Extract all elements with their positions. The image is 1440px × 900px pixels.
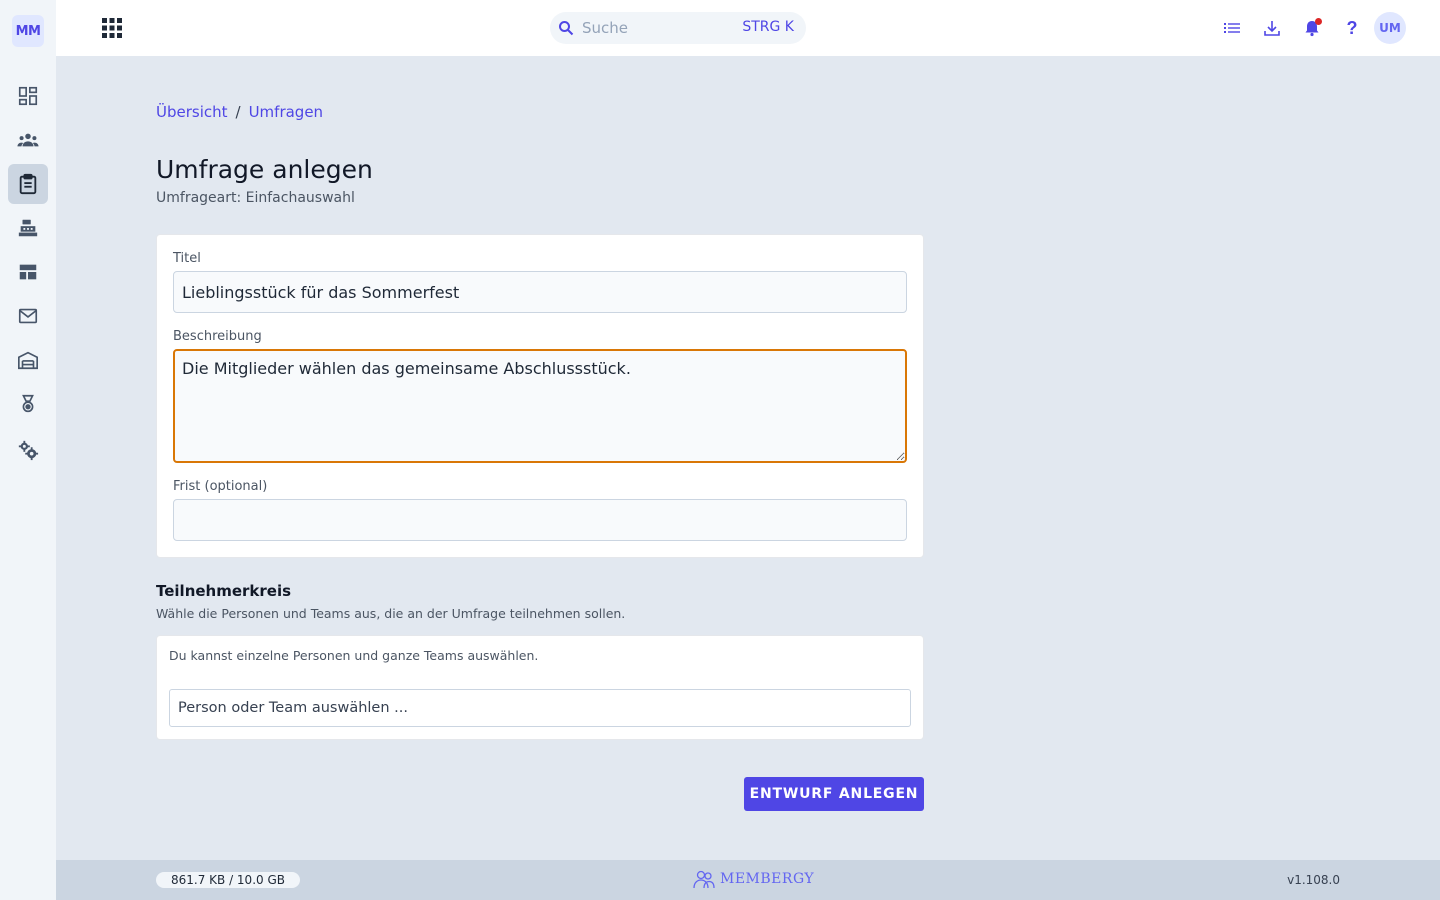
sidebar-item-dashboard[interactable] [8,76,48,116]
breadcrumb: Übersicht / Umfragen [156,103,323,121]
grid-icon [102,18,122,38]
medal-icon [22,394,34,413]
question-icon: ? [1346,17,1358,38]
table-icon [19,264,37,280]
sidebar: MM [0,0,56,900]
breadcrumb-separator: / [235,103,241,121]
clipboard-icon [19,173,37,195]
task-list-button[interactable] [1220,16,1244,40]
sidebar-item-surveys[interactable] [8,164,48,204]
notifications-button[interactable] [1300,16,1324,40]
cash-register-icon [18,219,38,237]
participants-hint: Du kannst einzelne Personen und ganze Te… [169,648,539,663]
sidebar-item-mail[interactable] [8,296,48,336]
help-button[interactable]: ? [1340,16,1364,40]
survey-form-card: Titel Beschreibung Die Mitglieder wählen… [156,234,924,558]
deadline-label: Frist (optional) [173,479,268,494]
participant-select-input[interactable] [169,689,911,727]
warehouse-icon [18,351,38,370]
people-icon [17,133,39,147]
sidebar-item-awards[interactable] [8,384,48,424]
search-shortcut-hint: STRG K [742,19,794,35]
create-draft-button[interactable]: ENTWURF ANLEGEN [744,777,924,811]
search-bar[interactable]: Suche STRG K [550,12,806,44]
dashboard-icon [18,86,38,106]
membergy-logo-icon [693,870,715,889]
title-label: Titel [173,251,201,266]
user-avatar[interactable]: UM [1374,12,1406,44]
participants-heading: Teilnehmerkreis [156,582,292,600]
notification-badge [1315,18,1322,25]
breadcrumb-surveys[interactable]: Umfragen [249,103,324,121]
list-icon [1224,23,1240,33]
footer: 861.7 KB / 10.0 GB MEMBERGY v1.108.0 [56,860,1440,900]
search-icon [559,21,574,36]
downloads-button[interactable] [1260,16,1284,40]
brand-logo[interactable]: MEMBERGY [692,869,814,889]
top-header: Suche STRG K ? UM [56,0,1440,56]
download-icon [1264,21,1280,36]
app-launcher-button[interactable] [100,16,124,40]
search-placeholder: Suche [582,19,629,37]
sidebar-item-members[interactable] [8,120,48,160]
sidebar-item-settings[interactable] [8,430,48,470]
storage-usage: 861.7 KB / 10.0 GB [156,872,300,888]
org-logo[interactable]: MM [12,15,44,47]
participants-card: Du kannst einzelne Personen und ganze Te… [156,635,924,740]
breadcrumb-overview[interactable]: Übersicht [156,103,228,121]
page-title: Umfrage anlegen [156,155,373,184]
brand-name: MEMBERGY [720,871,815,887]
mail-icon [18,308,38,324]
app-version: v1.108.0 [1287,873,1340,887]
description-label: Beschreibung [173,329,262,344]
sidebar-item-layout[interactable] [8,252,48,292]
deadline-input[interactable] [173,499,907,541]
description-textarea[interactable]: Die Mitglieder wählen das gemeinsame Abs… [173,349,907,463]
gears-icon [18,440,39,461]
title-input[interactable] [173,271,907,313]
participants-description: Wähle die Personen und Teams aus, die an… [156,606,626,621]
sidebar-item-cashbox[interactable] [8,208,48,248]
page-subtitle: Umfrageart: Einfachauswahl [156,190,355,206]
sidebar-item-inventory[interactable] [8,340,48,380]
